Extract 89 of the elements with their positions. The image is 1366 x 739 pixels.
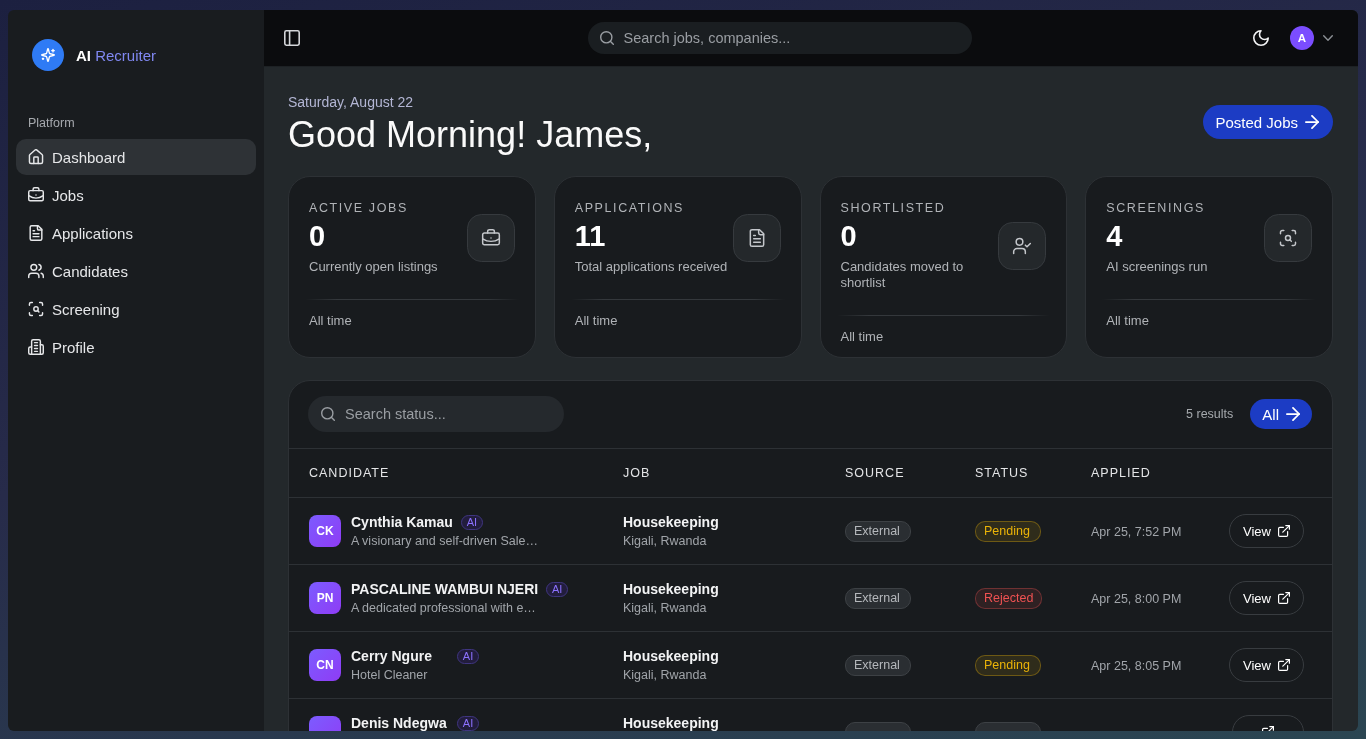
briefcase-icon — [466, 213, 515, 262]
status-tag: Pending — [975, 654, 1041, 676]
candidate-name: Cerry Ngure — [351, 647, 433, 665]
candidate-summary: A visionary and self-driven Sale… — [351, 533, 538, 549]
building-icon — [28, 339, 44, 355]
status-tag: Rejected — [975, 587, 1043, 609]
candidate-avatar: PN — [309, 582, 341, 614]
stat-period: All time — [574, 313, 619, 329]
stat-period: All time — [840, 329, 885, 345]
house-icon — [28, 149, 44, 165]
sparkle-logo-icon — [32, 39, 64, 71]
job-location: Kigali, Rwanda — [623, 667, 708, 683]
sidebar-item[interactable]: Candidates — [16, 253, 256, 289]
stat-period: All time — [309, 313, 353, 329]
candidate-summary: Hotel Cleaner — [351, 667, 429, 683]
stat-value: 0 — [840, 219, 858, 253]
arrow-right-icon — [1286, 407, 1300, 421]
user-check-icon — [998, 221, 1047, 270]
stat-caption: Candidates moved to shortlist — [840, 259, 965, 291]
sidebar-item[interactable]: Screening — [16, 291, 256, 327]
sidebar-item[interactable]: Applications — [16, 215, 256, 251]
all-button[interactable]: All — [1250, 399, 1312, 429]
document-icon — [732, 213, 781, 262]
date-text: Saturday, August 22 — [288, 93, 415, 111]
job-title: Housekeeping — [623, 714, 719, 731]
stat-caption: Total applications received — [574, 259, 729, 275]
stat-caption: AI screenings run — [1106, 259, 1209, 275]
applied-date: Apr 25, 8:00 PM — [1091, 592, 1182, 606]
section-label: Platform — [28, 115, 76, 131]
stat-label: SCREENINGS — [1106, 200, 1206, 216]
search-icon — [321, 407, 335, 421]
external-link-icon — [1278, 525, 1290, 537]
applied-date: Apr 25, 7:52 PM — [1091, 525, 1182, 539]
result-count: 5 results — [1186, 407, 1234, 421]
candidate-avatar: CK — [309, 515, 341, 547]
job-title: Housekeeping — [623, 647, 719, 665]
candidate-name: Denis Ndegwa — [351, 714, 448, 731]
scan-icon — [1264, 213, 1312, 262]
column-header: CANDIDATE — [309, 466, 391, 480]
candidate-name: PASCALINE WAMBUI NJERI — [351, 580, 539, 598]
candidate-summary: A dedicated professional with e… — [351, 600, 537, 616]
user-avatar[interactable]: A — [1290, 26, 1314, 50]
search-field[interactable]: Search jobs, companies... — [587, 22, 972, 54]
ai-badge: AI — [457, 715, 479, 731]
posted-jobs-button[interactable]: Posted Jobs — [1203, 105, 1333, 139]
stat-label: SHORTLISTED — [840, 200, 947, 216]
job-location: Kigali, Rwanda — [623, 600, 708, 616]
status-tag: Pending — [975, 520, 1041, 542]
column-header: APPLIED — [1091, 466, 1152, 480]
arrow-right-icon — [1305, 115, 1319, 129]
source-tag: External — [845, 587, 911, 609]
people-icon — [28, 263, 44, 279]
source-tag: External — [845, 520, 911, 542]
candidate-name: Cynthia Kamau — [351, 513, 453, 531]
stat-value: 0 — [309, 219, 327, 253]
job-title: Housekeeping — [623, 580, 719, 598]
sidebar-item[interactable]: Dashboard — [16, 139, 256, 175]
moon-icon[interactable] — [1253, 30, 1269, 46]
stat-caption: Currently open listings — [309, 259, 439, 275]
column-header: SOURCE — [845, 466, 906, 480]
stat-label: APPLICATIONS — [574, 200, 686, 216]
stat-value: 11 — [574, 219, 607, 253]
ai-badge: AI — [460, 514, 483, 530]
sidebar-item[interactable]: Jobs — [16, 177, 256, 213]
view-button[interactable]: View — [1229, 648, 1304, 682]
stat-label: ACTIVE JOBS — [309, 200, 409, 216]
job-location: Kigali, Rwanda — [623, 533, 708, 549]
column-header: JOB — [623, 466, 652, 480]
status-search-field[interactable]: Search status... — [308, 396, 564, 432]
sidebar-toggle-icon — [284, 30, 300, 46]
ai-badge: AI — [546, 581, 569, 597]
source-tag: External — [845, 654, 911, 676]
briefcase-icon — [28, 187, 44, 203]
job-title: Housekeeping — [623, 513, 719, 531]
candidate-avatar: CN — [309, 649, 341, 681]
applied-date: Apr 25, 8:05 PM — [1091, 659, 1182, 673]
stat-period: All time — [1106, 313, 1150, 329]
search-icon — [599, 31, 614, 45]
stat-value: 4 — [1106, 219, 1124, 253]
column-header: STATUS — [975, 466, 1030, 480]
scan-icon — [28, 301, 44, 317]
chevron-down-icon[interactable] — [1323, 35, 1333, 41]
external-link-icon — [1278, 592, 1290, 604]
external-link-icon — [1278, 659, 1290, 671]
app-name: AI Recruiter — [76, 46, 157, 64]
sidebar-item[interactable]: Profile — [16, 329, 256, 365]
ai-badge: AI — [457, 648, 479, 664]
document-icon — [28, 225, 44, 241]
greeting-heading: Good Morning! James, — [288, 113, 653, 157]
